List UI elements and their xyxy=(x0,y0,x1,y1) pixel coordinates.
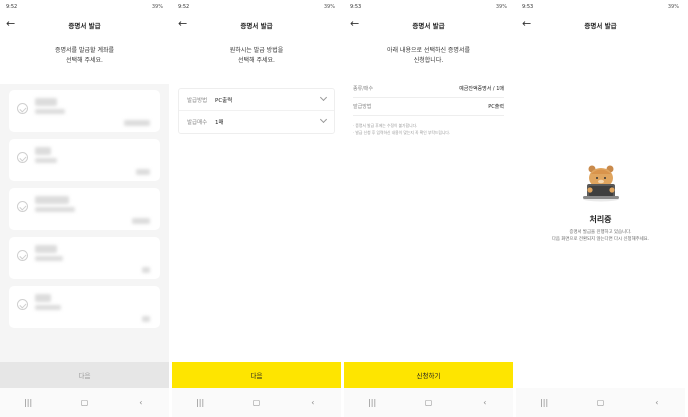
nav-back-icon[interactable]: ‹ xyxy=(298,398,328,407)
instruction-heading: 아래 내용으로 선택하신 증명서를 신청합니다. xyxy=(344,46,513,66)
page-title: 증명서 발급 xyxy=(412,22,445,30)
nav-back-icon[interactable]: ‹ xyxy=(470,398,500,407)
apply-button[interactable]: 신청하기 xyxy=(344,362,513,388)
nav-back-icon[interactable]: ‹ xyxy=(126,398,156,407)
chevron-down-icon xyxy=(319,93,328,102)
summary-value: PC출력 xyxy=(488,104,504,110)
check-circle-icon[interactable] xyxy=(17,299,28,310)
status-battery: 39% xyxy=(151,4,163,10)
request-summary: 종류/매수 예금잔액증명서 / 1매 발급방법 PC출력 xyxy=(353,80,504,116)
screen-issue-method: 9:52 39% ← 증명서 발급 원하시는 발급 방법을 선택해 주세요. 발… xyxy=(172,0,341,417)
summary-row: 종류/매수 예금잔액증명서 / 1매 xyxy=(353,80,504,98)
summary-row: 발급방법 PC출력 xyxy=(353,98,504,116)
status-time: 9:52 xyxy=(6,4,18,10)
check-circle-icon[interactable] xyxy=(17,152,28,163)
system-nav-bar: ||| ▢ ‹ xyxy=(344,388,513,417)
home-icon[interactable]: ▢ xyxy=(413,398,443,407)
back-arrow-icon[interactable]: ← xyxy=(522,17,531,31)
status-battery: 39% xyxy=(495,4,507,10)
summary-label: 종류/매수 xyxy=(353,86,374,92)
nav-back-icon[interactable]: ‹ xyxy=(642,398,672,407)
status-bar: 9:52 39% xyxy=(0,0,169,14)
summary-value: 예금잔액증명서 / 1매 xyxy=(459,86,504,92)
chevron-down-icon xyxy=(319,115,328,124)
back-arrow-icon[interactable]: ← xyxy=(6,17,15,31)
field-value: PC출력 xyxy=(215,97,233,104)
screen-confirm: 9:53 39% ← 증명서 발급 아래 내용으로 선택하신 증명서를 신청합니… xyxy=(344,0,513,417)
screen-account-select: 9:52 39% ← 증명서 발급 증명서를 발급할 계좌를 선택해 주세요. xyxy=(0,0,169,417)
account-card[interactable] xyxy=(9,286,160,328)
instruction-heading: 원하시는 발급 방법을 선택해 주세요. xyxy=(172,46,341,66)
heading-line-2: 선택해 주세요. xyxy=(238,57,275,64)
heading-line-1: 증명서를 발급할 계좌를 xyxy=(54,47,114,54)
back-arrow-icon[interactable]: ← xyxy=(178,17,187,31)
account-list xyxy=(0,84,169,362)
system-nav-bar: ||| ▢ ‹ xyxy=(172,388,341,417)
back-arrow-icon[interactable]: ← xyxy=(350,17,359,31)
status-time: 9:53 xyxy=(522,4,534,10)
system-nav-bar: ||| ▢ ‹ xyxy=(0,388,169,417)
notice-line-1: · 증명서 발급 후에는 수정이 불가합니다. xyxy=(353,123,418,128)
next-button[interactable]: 다음 xyxy=(172,362,341,388)
issue-count-select[interactable]: 발급매수 1매 xyxy=(179,111,334,133)
account-card[interactable] xyxy=(9,90,160,132)
status-time: 9:53 xyxy=(350,4,362,10)
home-icon[interactable]: ▢ xyxy=(69,398,99,407)
recent-apps-icon[interactable]: ||| xyxy=(185,398,215,407)
status-bar: 9:52 39% xyxy=(172,0,341,14)
account-card[interactable] xyxy=(9,188,160,230)
app-header: ← 증명서 발급 xyxy=(172,14,341,36)
page-title: 증명서 발급 xyxy=(68,22,101,30)
heading-line-2: 선택해 주세요. xyxy=(66,57,103,64)
status-time: 9:52 xyxy=(178,4,190,10)
account-card[interactable] xyxy=(9,139,160,181)
app-header: ← 증명서 발급 xyxy=(0,14,169,36)
recent-apps-icon[interactable]: ||| xyxy=(13,398,43,407)
issue-method-select[interactable]: 발급방법 PC출력 xyxy=(179,89,334,111)
processing-desc: 증명서 발급을 진행하고 있습니다. 다음 화면으로 전환되지 않는다면 다시 … xyxy=(516,229,685,243)
heading-line-2: 신청합니다. xyxy=(413,57,444,64)
notice-text: · 증명서 발급 후에는 수정이 불가합니다. · 발급 신청 후 입력하신 내… xyxy=(353,122,504,136)
notice-line-2: · 발급 신청 후 입력하신 내용이 맞는지 꼭 확인 부탁드립니다. xyxy=(353,130,451,135)
recent-apps-icon[interactable]: ||| xyxy=(529,398,559,407)
next-button[interactable]: 다음 xyxy=(0,362,169,388)
system-nav-bar: ||| ▢ ‹ xyxy=(516,388,685,417)
status-battery: 39% xyxy=(667,4,679,10)
instruction-heading: 증명서를 발급할 계좌를 선택해 주세요. xyxy=(0,46,169,66)
processing-title: 처리중 xyxy=(589,215,612,224)
field-value: 1매 xyxy=(215,120,224,126)
field-label: 발급방법 xyxy=(187,97,208,104)
heading-line-1: 원하시는 발급 방법을 xyxy=(229,47,284,54)
status-battery: 39% xyxy=(323,4,335,10)
character-laptop-icon xyxy=(583,165,619,202)
page-title: 증명서 발급 xyxy=(584,22,617,30)
summary-label: 발급방법 xyxy=(353,104,372,110)
heading-line-1: 아래 내용으로 선택하신 증명서를 xyxy=(386,47,470,54)
processing-status: 처리중 증명서 발급을 진행하고 있습니다. 다음 화면으로 전환되지 않는다면… xyxy=(516,214,685,243)
check-circle-icon[interactable] xyxy=(17,103,28,114)
check-circle-icon[interactable] xyxy=(17,250,28,261)
app-header: ← 증명서 발급 xyxy=(344,14,513,36)
method-form: 발급방법 PC출력 발급매수 1매 xyxy=(178,88,335,134)
processing-desc-line-1: 증명서 발급을 진행하고 있습니다. xyxy=(569,230,632,235)
home-icon[interactable]: ▢ xyxy=(241,398,271,407)
page-title: 증명서 발급 xyxy=(240,22,273,30)
recent-apps-icon[interactable]: ||| xyxy=(357,398,387,407)
check-circle-icon[interactable] xyxy=(17,201,28,212)
status-bar: 9:53 39% xyxy=(516,0,685,14)
status-bar: 9:53 39% xyxy=(344,0,513,14)
home-icon[interactable]: ▢ xyxy=(585,398,615,407)
field-label: 발급매수 xyxy=(187,120,208,126)
app-header: ← 증명서 발급 xyxy=(516,14,685,36)
account-card[interactable] xyxy=(9,237,160,279)
screen-processing: 9:53 39% ← 증명서 발급 처리중 증명서 발급을 진행하고 있습니다. xyxy=(516,0,685,417)
processing-desc-line-2: 다음 화면으로 전환되지 않는다면 다시 신청해주세요. xyxy=(551,237,650,242)
